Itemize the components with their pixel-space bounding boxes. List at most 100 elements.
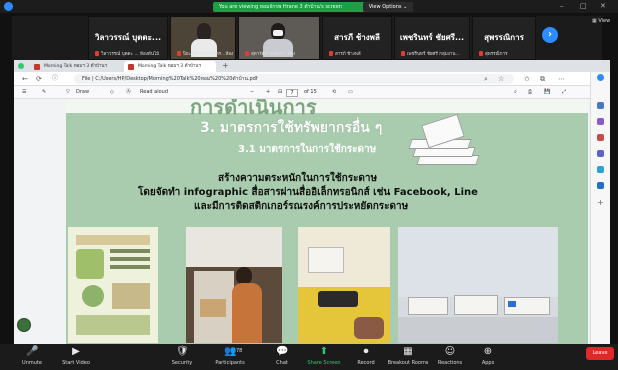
browser-tab-active[interactable]: Morning Talk หอมฯ 3 ตำบ้านฯ bbox=[124, 61, 216, 72]
zoom-in-icon[interactable]: + bbox=[266, 86, 270, 99]
record-button[interactable]: ⏺ Record bbox=[344, 346, 388, 366]
close-icon[interactable]: ✕ bbox=[600, 1, 606, 11]
leave-button[interactable]: Leave bbox=[586, 347, 614, 360]
tab-title: Morning Talk หอมฯ 3 ตำบ้านฯ bbox=[44, 64, 108, 69]
gallery-next-icon[interactable]: › bbox=[542, 27, 558, 43]
apps-button[interactable]: ⊕ Apps bbox=[466, 346, 510, 366]
slide-heading: 3. มาตรการใช้ทรัพยากรอื่น ๆ bbox=[200, 120, 383, 136]
draw-button[interactable]: Draw bbox=[76, 86, 89, 99]
tag-rail-icon[interactable] bbox=[597, 118, 604, 125]
refresh-icon[interactable]: ⟳ bbox=[36, 74, 42, 84]
text-icon[interactable]: Ⓐ bbox=[126, 86, 131, 99]
participant-label: สุดารัตน์ ขันธ์จร...ห้อง bbox=[251, 52, 296, 57]
more-menu-icon[interactable]: ⋯ bbox=[558, 74, 565, 84]
new-tab-icon[interactable]: + bbox=[222, 61, 229, 71]
zoom-out-icon[interactable]: − bbox=[250, 86, 254, 99]
browser-sidebar: + bbox=[590, 72, 610, 344]
muted-mic-icon bbox=[479, 51, 483, 56]
participant-tile[interactable]: สุพรรณิการ สุพรรณิการ bbox=[472, 16, 536, 60]
participant-label: เพชรินทร์ ชัยศรี กลุ่มงาน... bbox=[407, 52, 460, 57]
participant-label: ปิยะวรร.นาวาสจิตร...ห้อง bbox=[183, 52, 234, 57]
office-cabinet-photo bbox=[186, 227, 282, 343]
minimize-icon[interactable]: – bbox=[560, 1, 564, 11]
breakout-rooms-button[interactable]: ▦ Breakout Rooms bbox=[386, 346, 430, 366]
tools-rail-icon[interactable] bbox=[597, 166, 604, 173]
slide-text-line: และมีการติดสติกเกอร์รณรงค์การประหยัดกระด… bbox=[194, 201, 409, 212]
zoom-window: You are viewing หอมจักรพ Hrane 3 ตำบ้าน'… bbox=[0, 0, 618, 370]
paper-tray-photo bbox=[398, 227, 558, 343]
address-field[interactable]: File | C:/Users/HP/Desktop/Morning%20Tal… bbox=[74, 74, 514, 84]
pdf-favicon-icon bbox=[34, 64, 40, 70]
breakout-rooms-icon: ▦ bbox=[403, 346, 413, 357]
reactions-icon: ☺ bbox=[444, 346, 456, 357]
mic-icon: 🎤 bbox=[26, 346, 39, 357]
view-button[interactable]: ▦ View bbox=[592, 18, 610, 24]
shared-browser-window: Morning Talk หอมฯ 3 ตำบ้านฯ Morning Talk… bbox=[14, 60, 610, 344]
slide-text-line: โดยจัดทำ infographic สื่อสารผ่านสื่ออิเล… bbox=[138, 187, 478, 198]
apps-icon: ⊕ bbox=[483, 346, 493, 357]
slide-subheading: 3.1 มาตรการในการใช้กระดาษ bbox=[238, 144, 377, 155]
participants-button[interactable]: 👥 Participants bbox=[208, 346, 252, 366]
rotate-icon[interactable]: ⟲ bbox=[332, 86, 336, 99]
participant-label: สุพรรณิการ bbox=[485, 52, 508, 57]
page-view-icon[interactable]: ▭ bbox=[348, 86, 353, 99]
zoom-logo-icon bbox=[4, 2, 13, 11]
security-button[interactable]: 🛡 Security bbox=[160, 346, 204, 366]
collections-icon[interactable]: ⧉ bbox=[540, 74, 545, 84]
save-icon[interactable]: 💾 bbox=[544, 86, 550, 99]
participant-tile[interactable]: เพชรินทร์ ชัยศรี... เพชรินทร์ ชัยศรี กลุ… bbox=[394, 16, 470, 60]
participant-name: เพชรินทร์ ชัยศรี... bbox=[399, 33, 465, 42]
games-rail-icon[interactable] bbox=[597, 150, 604, 157]
participant-tile[interactable]: วิลาวรรณ์ บุตตะ... วิลาวรรณ์ บุตตะ ... ห… bbox=[88, 16, 168, 60]
pdf-slide-page: การดำเนินการ 3. มาตรการใช้ทรัพยากรอื่น ๆ… bbox=[66, 99, 588, 344]
unmute-button[interactable]: 🎤 Unmute bbox=[10, 346, 54, 366]
page-number-input[interactable]: 7 bbox=[286, 89, 298, 97]
muted-mic-icon bbox=[177, 51, 181, 56]
address-bar-row: ← ⟳ ⓘ File | C:/Users/HP/Desktop/Morning… bbox=[14, 72, 610, 86]
search-pdf-icon[interactable]: ⌕ bbox=[514, 86, 517, 99]
contents-icon[interactable]: ☰ bbox=[22, 86, 26, 99]
participant-video-tile[interactable]: สุดารัตน์ ขันธ์จร...ห้อง bbox=[238, 16, 320, 60]
pdf-toolbar: ☰ ✎ ▽ Draw ◇ Ⓐ Read aloud − + ⊟ 7 of 15 … bbox=[14, 86, 610, 99]
outlook-rail-icon[interactable] bbox=[597, 182, 604, 189]
paper-stack-illustration bbox=[408, 113, 482, 173]
eraser-icon[interactable]: ◇ bbox=[110, 86, 114, 99]
browser-profile-icon[interactable] bbox=[18, 63, 24, 69]
print-icon[interactable]: ⎙ bbox=[528, 86, 532, 99]
muted-mic-icon bbox=[245, 51, 249, 56]
participant-count: 78 bbox=[236, 348, 243, 354]
slide-text-line: สร้างความตระหนักในการใช้กระดาษ bbox=[218, 173, 378, 184]
annotation-tool-icon[interactable] bbox=[17, 318, 31, 332]
fullscreen-icon[interactable]: ⤢ bbox=[562, 86, 566, 99]
record-icon: ⏺ bbox=[363, 346, 369, 357]
face-mask-video bbox=[273, 30, 283, 36]
info-icon[interactable]: ⓘ bbox=[52, 74, 58, 84]
zoom-search-icon[interactable]: ⌕ bbox=[484, 74, 488, 84]
favorite-star-icon[interactable]: ☆ bbox=[498, 74, 504, 84]
participant-tile[interactable]: สารภี ช้างพลี สารภี ช้างพลี bbox=[322, 16, 392, 60]
add-rail-icon[interactable]: + bbox=[597, 198, 604, 207]
chat-button[interactable]: 💬 Chat bbox=[260, 346, 304, 366]
draw-icon[interactable]: ▽ bbox=[66, 86, 70, 99]
fit-page-icon[interactable]: ⊟ bbox=[278, 86, 282, 99]
muted-mic-icon bbox=[329, 51, 333, 56]
page-count: of 15 bbox=[304, 89, 317, 95]
highlight-icon[interactable]: ✎ bbox=[42, 86, 46, 99]
maximize-icon[interactable]: □ bbox=[580, 1, 587, 11]
browser-tab[interactable]: Morning Talk หอมฯ 3 ตำบ้านฯ bbox=[30, 61, 122, 72]
shopping-rail-icon[interactable] bbox=[597, 134, 604, 141]
bing-icon[interactable] bbox=[597, 74, 604, 81]
pdf-favicon-icon bbox=[128, 64, 134, 70]
back-icon[interactable]: ← bbox=[22, 74, 28, 84]
search-rail-icon[interactable] bbox=[597, 102, 604, 109]
chat-icon: 💬 bbox=[276, 346, 289, 357]
participant-video-tile[interactable]: ปิยะวรร.นาวาสจิตร...ห้อง bbox=[170, 16, 236, 60]
favorites-icon[interactable]: ✩ bbox=[524, 74, 530, 84]
share-screen-button[interactable]: ⬆ Share Screen bbox=[302, 346, 346, 366]
start-video-button[interactable]: ▶ Start Video bbox=[54, 346, 98, 366]
tab-title: Morning Talk หอมฯ 3 ตำบ้านฯ bbox=[138, 64, 202, 69]
share-screen-icon: ⬆ bbox=[319, 346, 329, 357]
view-options-button[interactable]: View Options ⌄ bbox=[363, 2, 413, 12]
read-aloud-button[interactable]: Read aloud bbox=[140, 86, 168, 99]
participant-name: สารภี ช้างพลี bbox=[334, 33, 380, 42]
